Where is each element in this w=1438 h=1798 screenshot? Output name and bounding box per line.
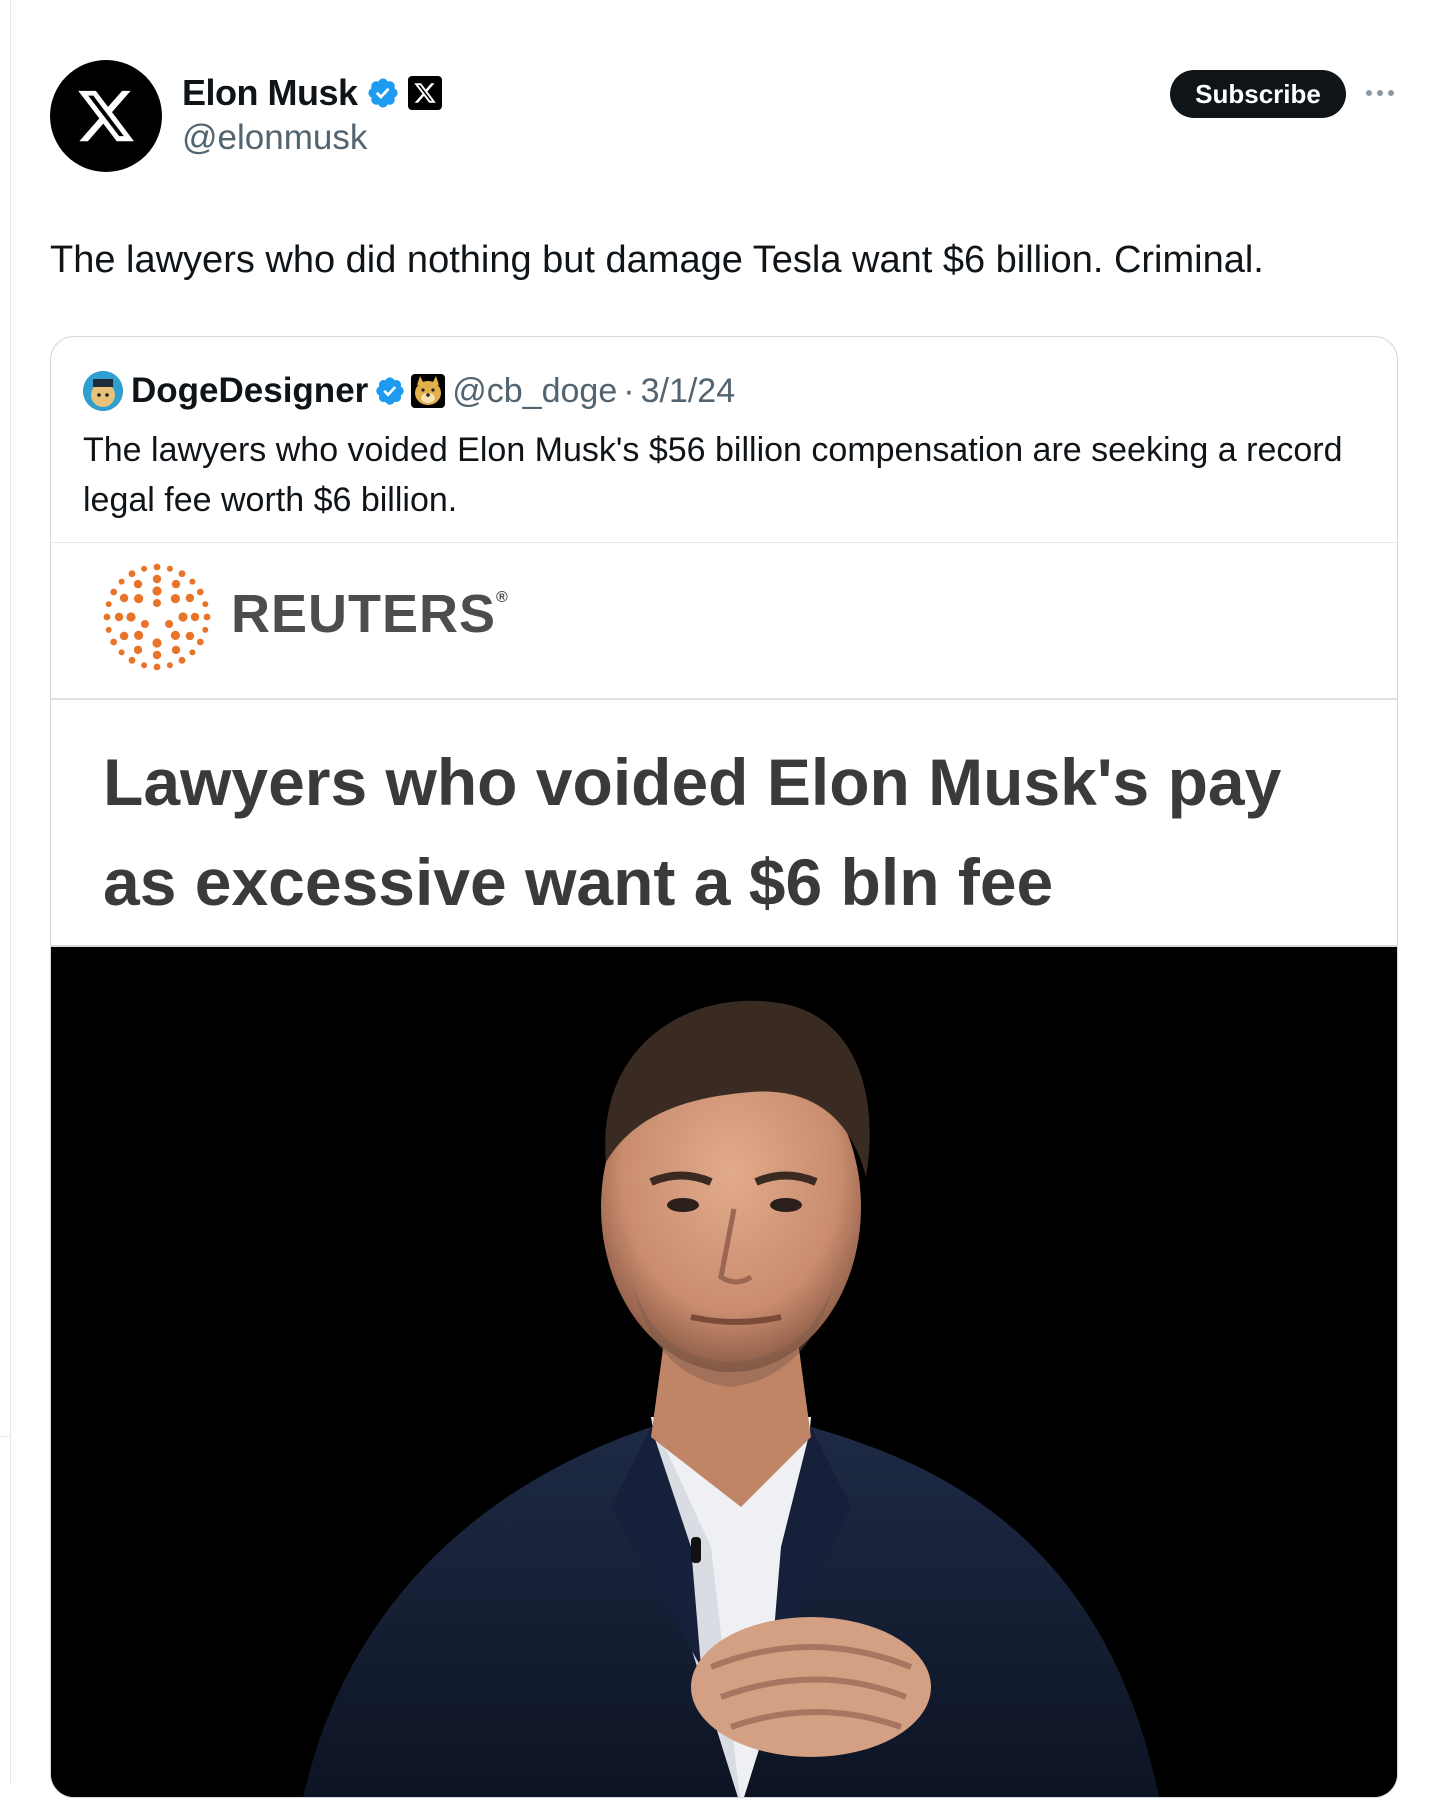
- x-logo-icon: [78, 90, 134, 142]
- x-affiliate-badge-icon[interactable]: [407, 76, 442, 110]
- news-photo: [51, 947, 1397, 1797]
- meta-separator: ·: [623, 371, 635, 410]
- reuters-wordmark-text: REUTERS: [231, 584, 497, 644]
- quoted-author-name[interactable]: DogeDesigner: [131, 371, 368, 411]
- headline-banner: Lawyers who voided Elon Musk's pay as ex…: [51, 700, 1397, 947]
- quoted-tweet[interactable]: DogeDesigner @cb_doge · 3/1/24 The lawye…: [50, 336, 1398, 1798]
- reuters-logo-icon: [103, 563, 211, 671]
- author-handle[interactable]: @elonmusk: [182, 118, 442, 158]
- quoted-avatar[interactable]: [83, 371, 123, 411]
- quoted-date[interactable]: 3/1/24: [641, 372, 736, 411]
- author-name[interactable]: Elon Musk: [182, 72, 358, 114]
- quoted-handle[interactable]: @cb_doge: [452, 372, 617, 411]
- reuters-wordmark: REUTERS®: [231, 583, 509, 645]
- timeline-divider: [10, 0, 11, 1784]
- subscribe-button[interactable]: Subscribe: [1170, 70, 1346, 118]
- author-avatar[interactable]: [50, 60, 162, 172]
- doge-badge-icon: [410, 373, 446, 409]
- quoted-text: The lawyers who voided Elon Musk's $56 b…: [83, 431, 1343, 519]
- tweet-text: The lawyers who did nothing but damage T…: [50, 239, 1264, 281]
- verified-badge-icon[interactable]: [366, 76, 400, 110]
- reuters-banner: REUTERS®: [51, 542, 1397, 701]
- quoted-verified-badge-icon: [374, 375, 406, 407]
- article-headline: Lawyers who voided Elon Musk's pay as ex…: [103, 745, 1282, 919]
- more-dots-icon[interactable]: [1362, 80, 1398, 106]
- quoted-media[interactable]: REUTERS® Lawyers who voided Elon Musk's …: [51, 542, 1397, 1797]
- timeline-tick: [0, 1436, 10, 1437]
- quoted-header: DogeDesigner @cb_doge · 3/1/24: [83, 369, 735, 413]
- portrait-illustration: [51, 947, 1397, 1797]
- author-block: Elon Musk @elonmusk: [182, 70, 442, 158]
- reuters-registered-mark: ®: [496, 589, 509, 606]
